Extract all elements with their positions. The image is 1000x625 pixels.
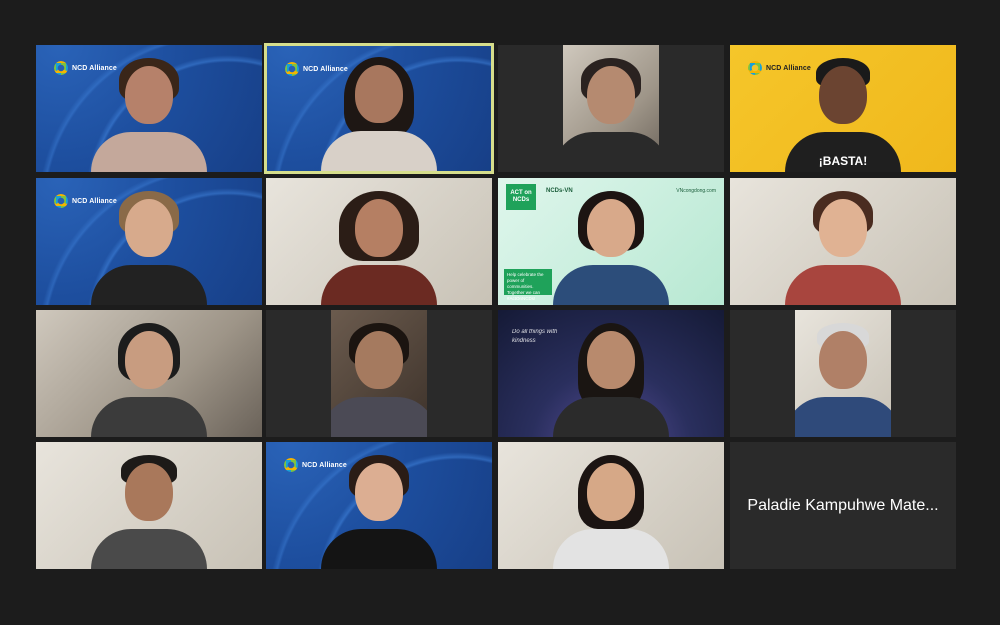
participant-video: [89, 317, 209, 437]
ncd-logo-icon: [285, 62, 299, 76]
video-tile-8[interactable]: [730, 178, 956, 305]
video-tile-9[interactable]: [36, 310, 262, 437]
participant-camera-frame: [331, 310, 427, 437]
video-tile-3[interactable]: [498, 45, 724, 172]
participant-name: Paladie Kampuhwe Mate...: [747, 496, 939, 514]
participant-video: [563, 52, 659, 172]
video-tile-7[interactable]: ACT on NCDs NCDs-VN VNcongdong.com Help …: [498, 178, 724, 305]
video-tile-2-active-speaker[interactable]: NCD Alliance: [264, 43, 494, 174]
video-tile-12[interactable]: [730, 310, 956, 437]
participant-video: [551, 449, 671, 569]
shirt-text: ¡BASTA!: [818, 154, 868, 168]
participant-video: [319, 51, 439, 171]
ncd-logo-icon: [284, 458, 298, 472]
participant-camera-frame: [563, 45, 659, 172]
participant-video: [783, 185, 903, 305]
participant-camera-frame: [795, 310, 891, 437]
act-on-ncds-logo: ACT on NCDs: [506, 184, 536, 210]
video-tile-6[interactable]: [266, 178, 492, 305]
website-label: VNcongdong.com: [676, 188, 716, 194]
participant-video: [551, 185, 671, 305]
participant-video: [89, 449, 209, 569]
participant-video: [89, 185, 209, 305]
participant-video: [319, 185, 439, 305]
video-tile-4[interactable]: NCD Alliance ¡BASTA!: [730, 45, 956, 172]
video-tile-1[interactable]: NCD Alliance: [36, 45, 262, 172]
participant-video: [551, 317, 671, 437]
video-tile-5[interactable]: NCD Alliance: [36, 178, 262, 305]
video-tile-14[interactable]: NCD Alliance: [266, 442, 492, 569]
participant-video: [795, 317, 891, 437]
video-tile-11[interactable]: Do all things with kindness: [498, 310, 724, 437]
video-tile-10[interactable]: [266, 310, 492, 437]
video-tile-16-camera-off[interactable]: Paladie Kampuhwe Mate...: [730, 442, 956, 569]
campaign-banner: Help celebrate the power of communities.…: [504, 269, 552, 301]
ncd-logo-icon: [54, 61, 68, 75]
participant-video: [319, 449, 439, 569]
video-tile-15[interactable]: [498, 442, 724, 569]
participant-video: [89, 52, 209, 172]
ncd-logo-icon: [54, 194, 68, 208]
participant-video: [331, 317, 427, 437]
video-tile-13[interactable]: [36, 442, 262, 569]
ncd-logo-icon: [748, 61, 762, 75]
